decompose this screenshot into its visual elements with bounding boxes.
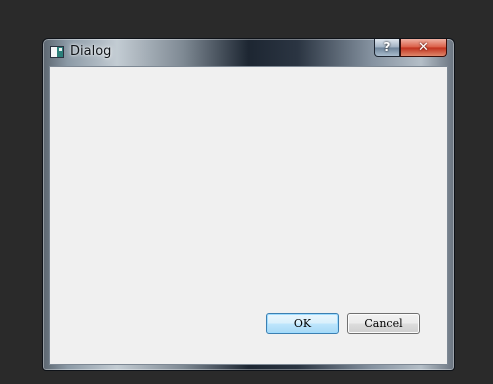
dialog-content-area: OK Cancel bbox=[49, 66, 448, 365]
dialog-app-icon bbox=[50, 46, 64, 58]
ok-button[interactable]: OK bbox=[266, 313, 339, 334]
dialog-window: Dialog ? ✕ OK Cancel bbox=[42, 38, 455, 371]
cancel-button[interactable]: Cancel bbox=[347, 313, 420, 334]
help-icon: ? bbox=[383, 40, 391, 54]
help-button[interactable]: ? bbox=[374, 39, 400, 57]
close-icon: ✕ bbox=[418, 40, 429, 55]
close-button[interactable]: ✕ bbox=[400, 39, 447, 57]
window-title: Dialog bbox=[70, 44, 112, 59]
title-bar[interactable]: Dialog ? ✕ bbox=[43, 39, 454, 65]
